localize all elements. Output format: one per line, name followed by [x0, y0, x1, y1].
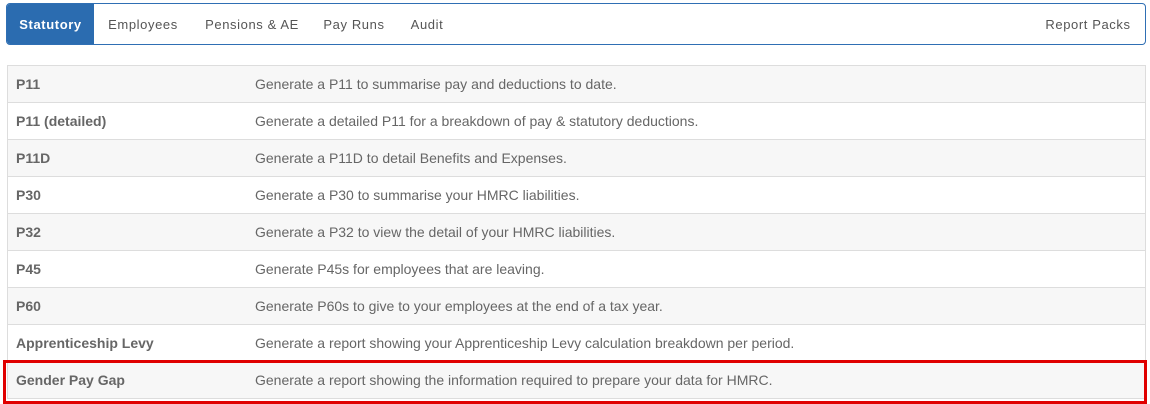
- report-description: Generate a P11D to detail Benefits and E…: [255, 150, 567, 166]
- report-name: P11D: [16, 150, 51, 166]
- report-row-p11d[interactable]: P11D Generate a P11D to detail Benefits …: [8, 140, 1145, 177]
- report-name: P30: [16, 187, 41, 203]
- report-row-p30[interactable]: P30 Generate a P30 to summarise your HMR…: [8, 177, 1145, 214]
- report-name: P60: [16, 298, 41, 314]
- report-name: P11 (detailed): [16, 113, 107, 129]
- report-row-p32[interactable]: P32 Generate a P32 to view the detail of…: [8, 214, 1145, 251]
- tab-report-packs[interactable]: Report Packs: [1031, 4, 1145, 44]
- report-row-p60[interactable]: P60 Generate P60s to give to your employ…: [8, 288, 1145, 325]
- report-row-p11[interactable]: P11 Generate a P11 to summarise pay and …: [8, 66, 1145, 103]
- report-description: Generate P60s to give to your employees …: [255, 298, 663, 314]
- tab-audit[interactable]: Audit: [396, 4, 458, 44]
- report-description: Generate a P30 to summarise your HMRC li…: [255, 187, 580, 203]
- tab-pay-runs[interactable]: Pay Runs: [312, 4, 396, 44]
- report-tabs: Statutory Employees Pensions & AE Pay Ru…: [6, 3, 1146, 45]
- report-name: Apprenticeship Levy: [16, 335, 154, 351]
- statutory-reports-table: P11 Generate a P11 to summarise pay and …: [7, 65, 1146, 399]
- report-description: Generate a P11 to summarise pay and dedu…: [255, 76, 617, 92]
- report-row-p11-detailed[interactable]: P11 (detailed) Generate a detailed P11 f…: [8, 103, 1145, 140]
- report-name: P45: [16, 261, 41, 277]
- report-name: P11: [16, 76, 41, 92]
- report-name: Gender Pay Gap: [16, 372, 125, 388]
- report-name: P32: [16, 224, 41, 240]
- report-description: Generate P45s for employees that are lea…: [255, 261, 545, 277]
- report-description: Generate a report showing the informatio…: [255, 372, 773, 388]
- report-description: Generate a report showing your Apprentic…: [255, 335, 795, 351]
- report-description: Generate a detailed P11 for a breakdown …: [255, 113, 699, 129]
- tab-pensions-ae[interactable]: Pensions & AE: [192, 4, 312, 44]
- tab-employees[interactable]: Employees: [94, 4, 192, 44]
- report-row-p45[interactable]: P45 Generate P45s for employees that are…: [8, 251, 1145, 288]
- report-description: Generate a P32 to view the detail of you…: [255, 224, 616, 240]
- tab-statutory[interactable]: Statutory: [7, 4, 94, 44]
- report-row-apprenticeship-levy[interactable]: Apprenticeship Levy Generate a report sh…: [8, 325, 1145, 362]
- report-row-gender-pay-gap[interactable]: Gender Pay Gap Generate a report showing…: [8, 362, 1145, 399]
